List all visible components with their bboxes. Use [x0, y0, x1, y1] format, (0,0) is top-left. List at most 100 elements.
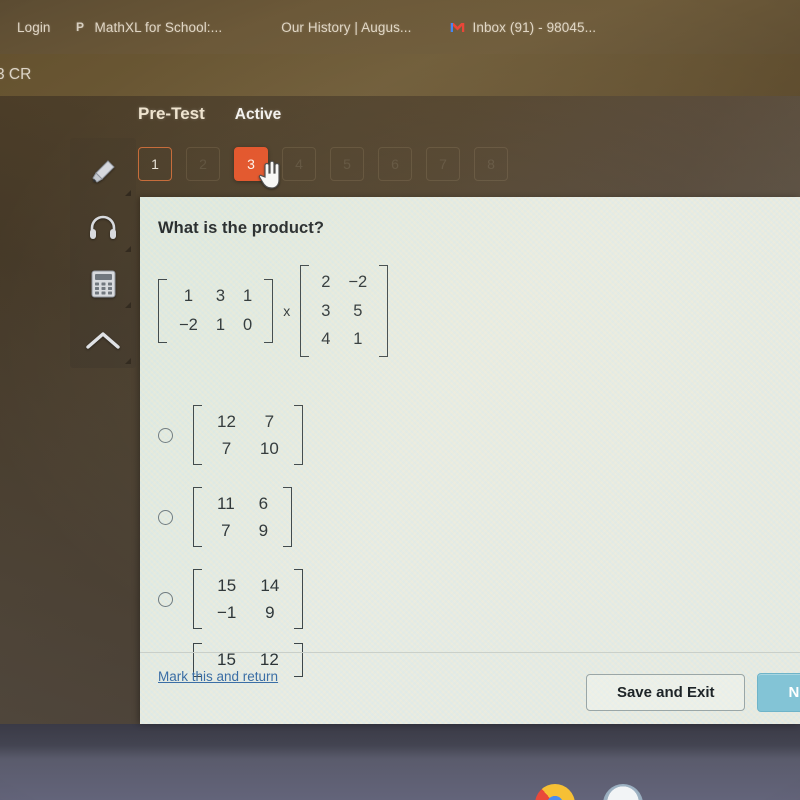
tool-rail	[70, 138, 136, 368]
matrix-cell: 7	[221, 521, 231, 540]
browser-tab-label: Login	[17, 19, 51, 35]
browser-tab-mathxl[interactable]: P MathXL for School:...	[62, 7, 234, 47]
panel-footer: Mark this and return Save and Exit Next	[140, 652, 800, 724]
radio-button[interactable]	[158, 427, 173, 443]
question-number-button-8[interactable]: 8	[474, 147, 508, 181]
highlighter-icon	[88, 157, 118, 187]
bracket-left	[193, 486, 202, 548]
bracket-left	[300, 265, 310, 357]
matrix-cell: 1	[215, 315, 225, 334]
matrix-cell: 1	[353, 330, 363, 349]
pearson-favicon-icon: P	[75, 20, 85, 34]
question-number-strip: 1 2 3 4 5 6 7 8	[138, 147, 508, 181]
collapse-tool-button[interactable]	[73, 312, 133, 368]
matrix-cell: 9	[258, 521, 269, 540]
question-prompt: What is the product?	[158, 219, 325, 237]
test-content-panel: What is the product? 1 3 1 −2 1 0 x 2 −2…	[140, 197, 800, 724]
answer-option-b[interactable]: 11 6 7 9	[158, 476, 678, 558]
calculator-icon	[90, 269, 117, 299]
matrix-cell: 10	[259, 439, 279, 458]
matrix-cell: −2	[348, 273, 368, 291]
browser-tab-label: Inbox (91) - 98045...	[472, 19, 597, 35]
matrix-a: 1 3 1 −2 1 0	[158, 279, 274, 343]
question-number-button-4[interactable]: 4	[282, 147, 316, 181]
browser-tab-our-history[interactable]: Our History | Augus...	[233, 7, 422, 47]
browser-tab-label: Our History | Augus...	[281, 19, 412, 35]
chrome-icon[interactable]	[535, 784, 575, 800]
matrix-cell: 9	[265, 603, 275, 622]
test-name: Pre-Test	[138, 104, 205, 123]
option-a-matrix: 12 7 7 10	[193, 404, 303, 466]
mark-this-and-return-link[interactable]: Mark this and return	[158, 669, 278, 684]
answer-option-a[interactable]: 12 7 7 10	[158, 394, 678, 476]
browser-tab-label: MathXL for School:...	[94, 19, 223, 35]
matrix-cell: 1	[183, 287, 193, 306]
calculator-tool-button[interactable]	[73, 256, 133, 312]
browser-toolbar: 3 CR	[0, 54, 800, 96]
bracket-left	[193, 404, 202, 466]
footer-buttons: Save and Exit Next	[585, 673, 800, 712]
answer-options-list: 12 7 7 10 11 6 7 9 15 14 −1 9 15 12	[158, 394, 678, 680]
matrix-cell: 7	[221, 439, 232, 458]
multiplication-operator: x	[283, 302, 291, 319]
browser-chrome: Login P MathXL for School:... Our Histor…	[0, 0, 800, 96]
bracket-left	[193, 568, 202, 630]
question-number-button-6[interactable]: 6	[378, 147, 412, 181]
desktop-strip	[0, 724, 800, 800]
matrix-cell: 6	[258, 493, 269, 513]
gmail-favicon-icon	[450, 20, 465, 35]
bracket-right	[293, 404, 303, 466]
bracket-right	[264, 279, 274, 343]
option-b-grid: 11 6 7 9	[202, 487, 283, 548]
highlighter-tool-button[interactable]	[73, 144, 133, 200]
matrix-cell: 14	[260, 575, 280, 595]
test-status: Active	[234, 106, 282, 123]
answer-option-c[interactable]: 15 14 −1 9	[158, 558, 678, 640]
browser-tab-login[interactable]: Login	[6, 7, 62, 47]
matrix-cell: 3	[321, 301, 331, 320]
bracket-right	[283, 486, 293, 548]
matrix-b-grid: 2 −2 3 5 4 1	[309, 265, 379, 357]
option-c-grid: 15 14 −1 9	[202, 569, 294, 630]
bracket-right	[379, 265, 389, 357]
question-number-button-1[interactable]: 1	[138, 147, 172, 181]
mouse-hand-cursor	[256, 160, 282, 190]
option-b-matrix: 11 6 7 9	[193, 486, 293, 548]
matrix-cell: 1	[243, 287, 253, 306]
bracket-left	[158, 279, 167, 343]
matrix-expression: 1 3 1 −2 1 0 x 2 −2 3 5 4 1	[158, 265, 389, 357]
matrix-cell: 5	[353, 301, 363, 320]
matrix-cell: 15	[217, 575, 237, 595]
browser-tabstrip: Login P MathXL for School:... Our Histor…	[0, 0, 800, 54]
chevron-up-icon	[85, 327, 121, 353]
option-a-grid: 12 7 7 10	[202, 405, 294, 466]
matrix-a-grid: 1 3 1 −2 1 0	[167, 279, 264, 342]
question-number-button-5[interactable]: 5	[330, 147, 364, 181]
question-number-button-2[interactable]: 2	[186, 147, 220, 181]
browser-tab-gmail[interactable]: Inbox (91) - 98045...	[422, 7, 607, 47]
taskbar	[535, 784, 643, 800]
matrix-cell: 0	[243, 315, 253, 334]
matrix-cell: 7	[264, 411, 275, 431]
matrix-cell: 11	[217, 493, 235, 513]
photographed-monitor-scene: Login P MathXL for School:... Our Histor…	[0, 0, 800, 800]
matrix-cell: 12	[217, 411, 236, 431]
headphones-icon	[88, 214, 118, 242]
matrix-cell: 2	[321, 273, 331, 291]
matrix-b: 2 −2 3 5 4 1	[300, 265, 389, 357]
save-and-exit-button[interactable]: Save and Exit	[585, 674, 746, 711]
audio-tool-button[interactable]	[73, 200, 133, 256]
matrix-cell: −1	[217, 603, 237, 622]
page-title-partial: 3 CR	[0, 66, 32, 83]
matrix-cell: 3	[215, 287, 225, 306]
radio-button[interactable]	[158, 509, 173, 525]
radio-button[interactable]	[158, 591, 173, 607]
app-icon[interactable]	[603, 784, 643, 800]
matrix-cell: 4	[321, 330, 331, 349]
next-button[interactable]: Next	[757, 673, 800, 712]
option-c-matrix: 15 14 −1 9	[193, 568, 304, 630]
bracket-right	[294, 568, 304, 630]
test-header: Pre-Test Active	[138, 104, 281, 124]
matrix-cell: −2	[179, 315, 198, 334]
question-number-button-7[interactable]: 7	[426, 147, 460, 181]
